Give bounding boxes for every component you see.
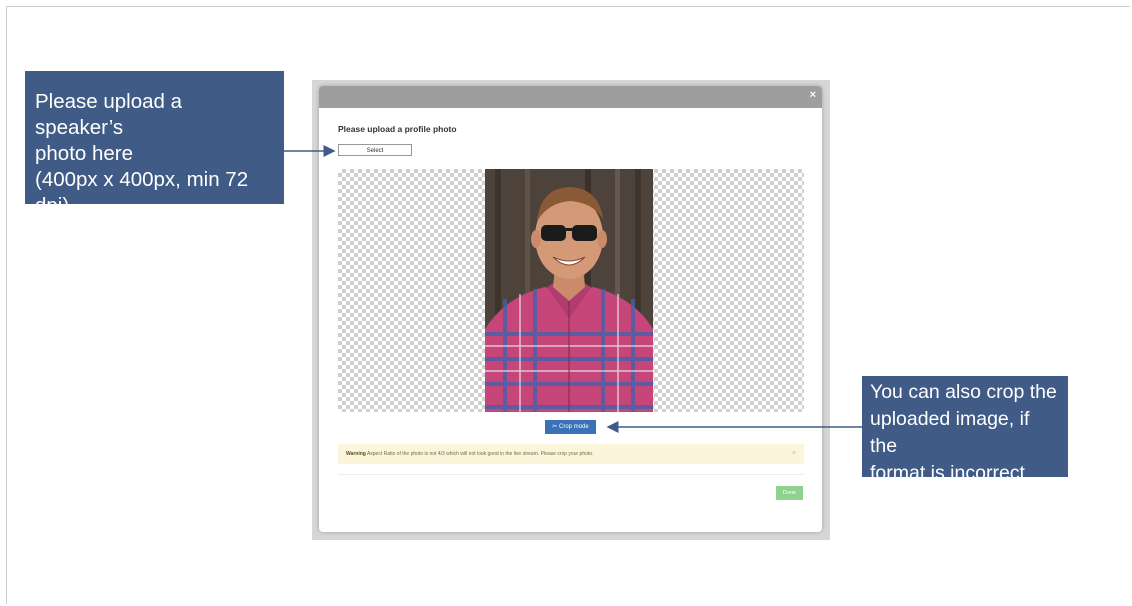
callout-left-line-1: Please upload a speaker’s [35,90,183,139]
upload-photo-modal: × Please upload a profile photo Select ✂… [319,86,822,532]
callout-left-line-2: photo here [35,142,134,165]
warning-close-icon[interactable]: × [792,444,796,464]
crop-instruction-callout: You can also crop the uploaded image, if… [862,376,1068,484]
profile-photo-illustration [485,169,653,412]
warning-text: Aspect Ratio of the photo is not 4/3 whi… [366,451,594,457]
upload-instruction-callout: Please upload a speaker’s photo here (40… [25,71,284,217]
warning-label: Warning [346,451,366,457]
callout-right-line-3: format is incorrect [870,462,1025,484]
done-button[interactable]: Done [776,486,803,500]
crop-icon: ✂ [552,424,558,430]
modal-title: Please upload a profile photo [338,124,457,134]
aspect-ratio-warning: Warning Aspect Ratio of the photo is not… [338,444,804,464]
crop-mode-label: Crop mode [559,424,589,430]
close-icon[interactable]: × [810,89,816,101]
callout-right-line-2: uploaded image, if the [870,408,1030,457]
select-photo-button[interactable]: Select [338,144,412,156]
callout-left-line-3: (400px x 400px, min 72 dpi) [35,168,249,217]
modal-divider [338,474,804,475]
callout-right-line-1: You can also crop the [870,381,1057,403]
photo-preview-canvas[interactable] [338,169,804,412]
modal-header: × [319,86,822,108]
crop-mode-button[interactable]: ✂ Crop mode [545,420,596,434]
profile-photo [485,169,653,412]
